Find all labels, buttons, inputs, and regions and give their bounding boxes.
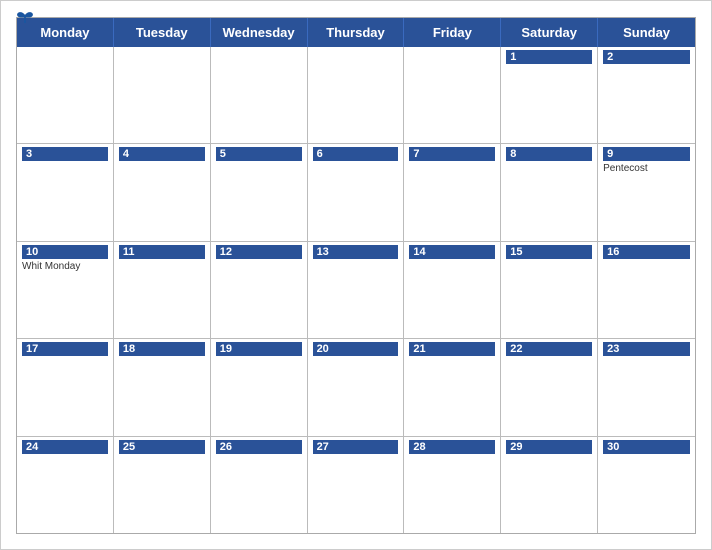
day-number: 5 bbox=[216, 147, 302, 161]
day-cell: 29 bbox=[501, 437, 598, 533]
day-number: 2 bbox=[603, 50, 690, 64]
event-label: Whit Monday bbox=[22, 261, 108, 272]
day-cell: 8 bbox=[501, 144, 598, 240]
day-number: 10 bbox=[22, 245, 108, 259]
day-number: 29 bbox=[506, 440, 592, 454]
day-number: 15 bbox=[506, 245, 592, 259]
day-number: 20 bbox=[313, 342, 399, 356]
day-header-sunday: Sunday bbox=[598, 18, 695, 47]
day-number: 28 bbox=[409, 440, 495, 454]
day-cell bbox=[308, 47, 405, 143]
day-number: 12 bbox=[216, 245, 302, 259]
day-cell: 27 bbox=[308, 437, 405, 533]
day-cell: 23 bbox=[598, 339, 695, 435]
day-number: 6 bbox=[313, 147, 399, 161]
day-number: 9 bbox=[603, 147, 690, 161]
logo-bird-icon bbox=[16, 11, 34, 25]
day-cell: 20 bbox=[308, 339, 405, 435]
day-number: 23 bbox=[603, 342, 690, 356]
day-number: 19 bbox=[216, 342, 302, 356]
day-headers-row: MondayTuesdayWednesdayThursdayFridaySatu… bbox=[17, 18, 695, 47]
day-cell: 9 Pentecost bbox=[598, 144, 695, 240]
day-number: 17 bbox=[22, 342, 108, 356]
event-label: Pentecost bbox=[603, 163, 690, 174]
day-cell: 17 bbox=[17, 339, 114, 435]
day-number: 8 bbox=[506, 147, 592, 161]
day-cell: 6 bbox=[308, 144, 405, 240]
day-cell bbox=[17, 47, 114, 143]
day-number: 26 bbox=[216, 440, 302, 454]
week-row-3: 10 Whit Monday 11 12 13 14 15 16 bbox=[17, 241, 695, 338]
day-cell: 10 Whit Monday bbox=[17, 242, 114, 338]
calendar: MondayTuesdayWednesdayThursdayFridaySatu… bbox=[0, 0, 712, 550]
day-cell: 7 bbox=[404, 144, 501, 240]
day-number: 1 bbox=[506, 50, 592, 64]
day-number: 11 bbox=[119, 245, 205, 259]
logo bbox=[16, 11, 36, 25]
day-number: 16 bbox=[603, 245, 690, 259]
day-cell: 1 bbox=[501, 47, 598, 143]
day-cell: 2 bbox=[598, 47, 695, 143]
day-cell: 15 bbox=[501, 242, 598, 338]
day-cell bbox=[114, 47, 211, 143]
day-number: 14 bbox=[409, 245, 495, 259]
week-row-1: 12 bbox=[17, 47, 695, 143]
day-number: 30 bbox=[603, 440, 690, 454]
day-cell: 11 bbox=[114, 242, 211, 338]
day-cell: 19 bbox=[211, 339, 308, 435]
day-number: 25 bbox=[119, 440, 205, 454]
day-cell: 16 bbox=[598, 242, 695, 338]
day-header-wednesday: Wednesday bbox=[211, 18, 308, 47]
day-header-saturday: Saturday bbox=[501, 18, 598, 47]
day-cell bbox=[404, 47, 501, 143]
day-header-tuesday: Tuesday bbox=[114, 18, 211, 47]
day-header-friday: Friday bbox=[404, 18, 501, 47]
day-number: 24 bbox=[22, 440, 108, 454]
day-number: 18 bbox=[119, 342, 205, 356]
day-header-thursday: Thursday bbox=[308, 18, 405, 47]
day-number: 13 bbox=[313, 245, 399, 259]
day-cell: 25 bbox=[114, 437, 211, 533]
day-cell: 3 bbox=[17, 144, 114, 240]
day-cell: 24 bbox=[17, 437, 114, 533]
day-number: 27 bbox=[313, 440, 399, 454]
weeks-container: 123456789Pentecost10Whit Monday111213141… bbox=[17, 47, 695, 533]
calendar-grid: MondayTuesdayWednesdayThursdayFridaySatu… bbox=[16, 17, 696, 534]
day-number: 21 bbox=[409, 342, 495, 356]
day-cell: 30 bbox=[598, 437, 695, 533]
day-cell: 22 bbox=[501, 339, 598, 435]
day-cell: 18 bbox=[114, 339, 211, 435]
day-number: 3 bbox=[22, 147, 108, 161]
day-cell: 26 bbox=[211, 437, 308, 533]
day-number: 4 bbox=[119, 147, 205, 161]
week-row-5: 24 25 26 27 28 29 30 bbox=[17, 436, 695, 533]
logo-blue bbox=[16, 11, 36, 25]
day-number: 22 bbox=[506, 342, 592, 356]
day-cell: 12 bbox=[211, 242, 308, 338]
day-cell: 21 bbox=[404, 339, 501, 435]
day-cell: 4 bbox=[114, 144, 211, 240]
day-cell: 14 bbox=[404, 242, 501, 338]
week-row-2: 3456789 Pentecost bbox=[17, 143, 695, 240]
day-number: 7 bbox=[409, 147, 495, 161]
day-cell: 5 bbox=[211, 144, 308, 240]
day-cell: 28 bbox=[404, 437, 501, 533]
day-cell: 13 bbox=[308, 242, 405, 338]
day-cell bbox=[211, 47, 308, 143]
week-row-4: 17 18 19 20 21 22 23 bbox=[17, 338, 695, 435]
